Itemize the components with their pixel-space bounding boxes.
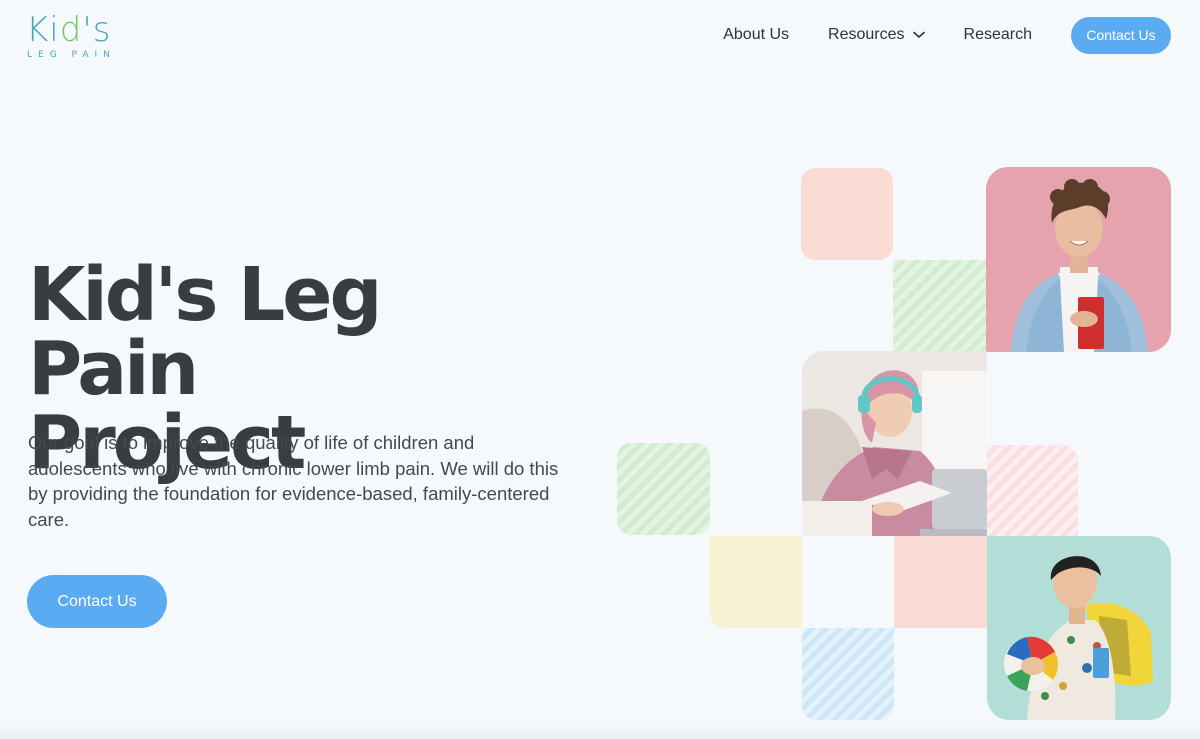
nav-item-about[interactable]: About Us — [723, 26, 789, 44]
title-line-1: Kid's Leg Pain — [28, 252, 382, 412]
boy-with-ball-and-backpack-photo — [987, 536, 1171, 720]
nav-item-research[interactable]: Research — [964, 26, 1032, 44]
decor-tile-cream — [710, 536, 802, 628]
decor-tile-green-stripes-left — [617, 443, 710, 535]
main-nav: About Us Resources Research Contact Us — [723, 0, 1200, 70]
logo-wordmark: Kid's — [26, 10, 111, 50]
decor-tile-peach-mid — [894, 536, 987, 628]
girl-with-headphones-studying-photo — [802, 351, 987, 536]
chevron-down-icon — [912, 26, 925, 44]
decor-tile-peach-top — [801, 168, 893, 260]
logo-text-ki: Ki — [26, 10, 60, 50]
page-bottom-edge — [0, 723, 1200, 739]
logo-text-d: d — [59, 10, 83, 50]
nav-item-resources[interactable]: Resources — [828, 26, 925, 44]
decor-tile-green-stripes-top — [893, 260, 987, 352]
decor-tile-blue-stripes — [802, 628, 894, 720]
hero-description: Our goal is to improve the quality of li… — [28, 432, 559, 530]
teen-boy-with-book-photo — [986, 167, 1171, 352]
header-contact-button[interactable]: Contact Us — [1071, 16, 1171, 54]
hero-contact-button[interactable]: Contact Us — [27, 575, 167, 628]
site-logo[interactable]: Kid's LEG PAIN — [26, 10, 118, 62]
nav-label-resources: Resources — [828, 26, 905, 43]
logo-subtitle: LEG PAIN — [27, 50, 116, 60]
nav-label-research: Research — [963, 26, 1032, 43]
nav-label-about: About Us — [723, 26, 790, 43]
decor-tile-pink-stripes — [987, 445, 1078, 536]
logo-text-s: 's — [82, 10, 112, 50]
